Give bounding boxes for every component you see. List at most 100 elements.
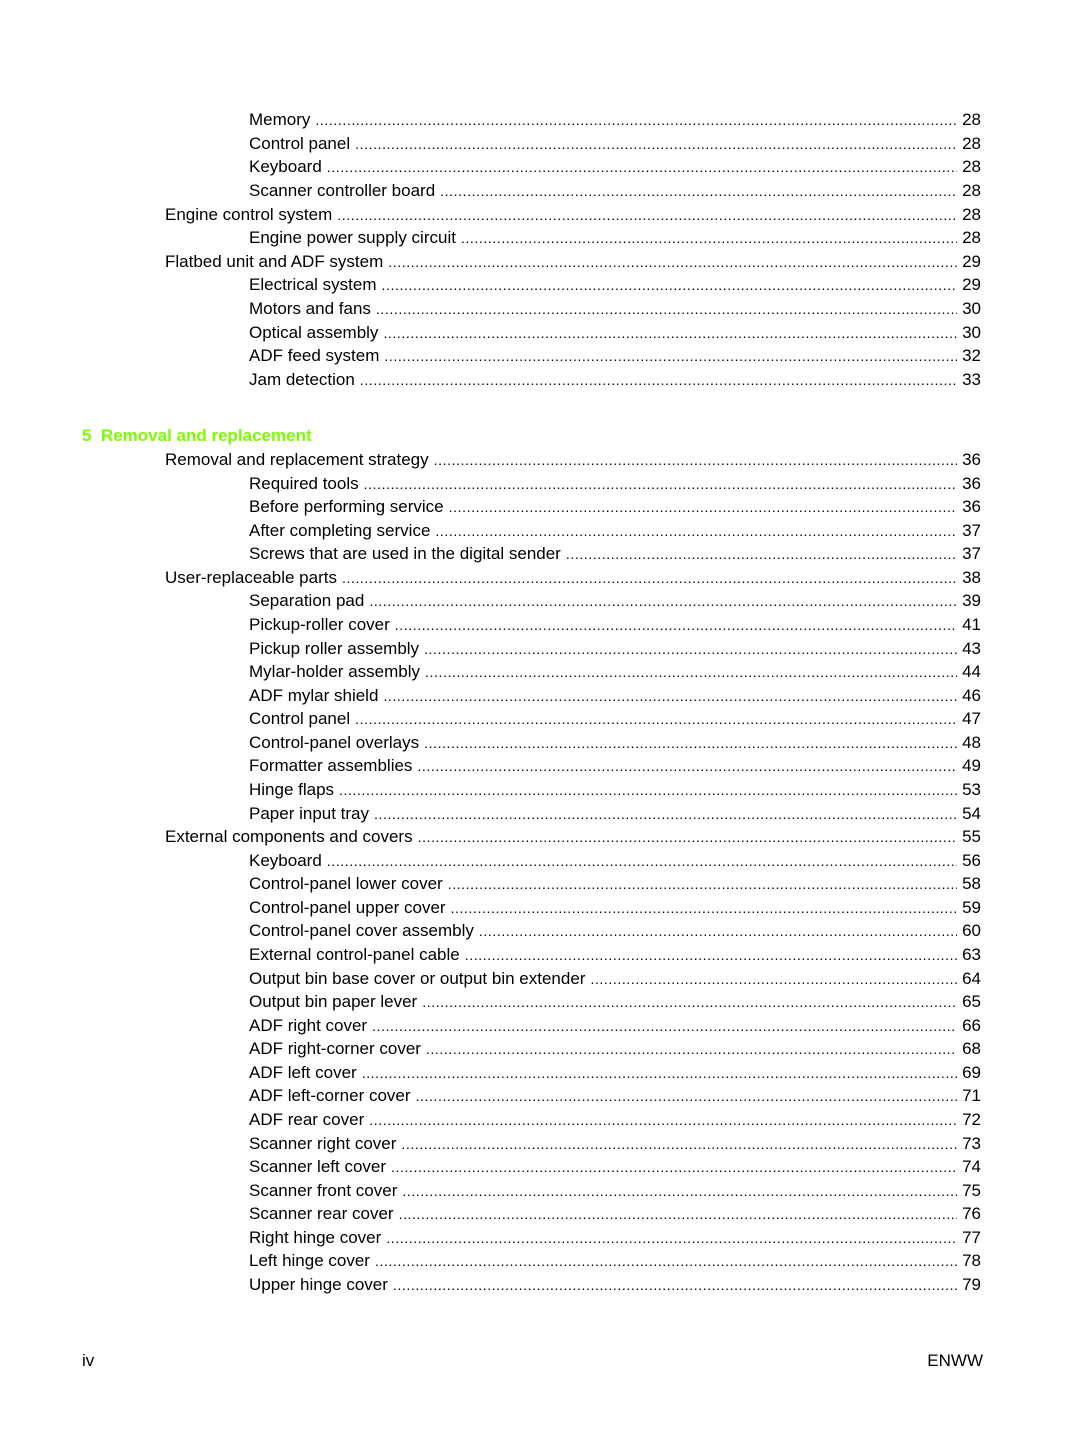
toc-entry-title: Scanner left cover [249,1157,387,1177]
dot-leader [375,1249,957,1273]
toc-entry[interactable]: Keyboard 56 [249,849,981,873]
toc-entry-title: Screws that are used in the digital send… [249,544,561,564]
toc-entry[interactable]: Scanner right cover 73 [249,1132,981,1156]
toc-entry[interactable]: Control panel 28 [249,132,981,156]
toc-entry[interactable]: ADF right cover 66 [249,1014,981,1038]
toc-entry[interactable]: Removal and replacement strategy 36 [165,448,981,472]
toc-entry-page: 69 [962,1062,981,1082]
dot-leader [449,495,957,519]
toc-entry-page: 73 [962,1133,981,1153]
toc-entry-title: Scanner front cover [249,1180,398,1200]
toc-entry[interactable]: Before performing service 36 [249,495,981,519]
toc-entry-title: Separation pad [249,591,365,611]
toc-entry[interactable]: Pickup-roller cover 41 [249,613,981,637]
toc-entry-title: Control-panel cover assembly [249,921,474,941]
toc-entry[interactable]: Separation pad 39 [249,589,981,613]
dot-leader [388,250,957,274]
toc-entry[interactable]: Electrical system 29 [249,273,981,297]
toc-entry[interactable]: Engine control system 28 [165,203,981,227]
toc-entry-title: ADF left-corner cover [249,1086,411,1106]
toc-entry[interactable]: After completing service 37 [249,519,981,543]
toc-entry[interactable]: Engine power supply circuit 28 [249,226,981,250]
toc-entry[interactable]: Jam detection 33 [249,368,981,392]
toc-entry[interactable]: Mylar-holder assembly 44 [249,660,981,684]
dot-leader [395,613,957,637]
dot-leader [399,1202,958,1226]
dot-leader [440,179,957,203]
dot-leader [383,684,957,708]
toc-entry[interactable]: Left hinge cover 78 [249,1249,981,1273]
toc-entry-title: Flatbed unit and ADF system [165,251,384,271]
toc-entry-title: Control panel [249,133,351,153]
toc-entry[interactable]: External control-panel cable 63 [249,943,981,967]
toc-entry-title: Right hinge cover [249,1227,382,1247]
dot-leader [369,1108,957,1132]
toc-entry[interactable]: Output bin base cover or output bin exte… [249,967,981,991]
dot-leader [339,778,957,802]
dot-leader [369,589,957,613]
toc-entry[interactable]: Paper input tray 54 [249,802,981,826]
chapter-heading[interactable]: 5 Removal and replacement [82,424,312,448]
toc-entry[interactable]: External components and covers 55 [165,825,981,849]
toc-entry[interactable]: Optical assembly 30 [249,321,981,345]
dot-leader [590,967,957,991]
toc-entry[interactable]: Scanner left cover 74 [249,1155,981,1179]
toc-entry[interactable]: Control panel 47 [249,707,981,731]
toc-entry[interactable]: Control-panel cover assembly 60 [249,919,981,943]
toc-entry[interactable]: Formatter assemblies 49 [249,754,981,778]
toc-entry[interactable]: ADF right-corner cover 68 [249,1037,981,1061]
toc-entry-page: 64 [962,968,981,988]
dot-leader [435,519,957,543]
dot-leader [417,754,957,778]
toc-entry[interactable]: Flatbed unit and ADF system 29 [165,250,981,274]
toc-entry[interactable]: Keyboard 28 [249,155,981,179]
toc-entry-page: 37 [962,520,981,540]
toc-entry-page: 49 [962,756,981,776]
dot-leader [461,226,957,250]
toc-entry-page: 28 [962,157,981,177]
toc-entry-page: 59 [962,897,981,917]
dot-leader [327,155,957,179]
toc-entry[interactable]: User-replaceable parts 38 [165,566,981,590]
toc-entry[interactable]: Hinge flaps 53 [249,778,981,802]
toc-entry-page: 68 [962,1039,981,1059]
toc-entry[interactable]: Control-panel lower cover 58 [249,872,981,896]
toc-entry[interactable]: Screws that are used in the digital send… [249,542,981,566]
toc-entry[interactable]: Pickup roller assembly 43 [249,637,981,661]
toc-entry[interactable]: Required tools 36 [249,472,981,496]
toc-entry[interactable]: Scanner rear cover 76 [249,1202,981,1226]
toc-entry[interactable]: Control-panel overlays 48 [249,731,981,755]
toc-entry-page: 41 [962,614,981,634]
toc-entry[interactable]: Memory 28 [249,108,981,132]
toc-entry[interactable]: Right hinge cover 77 [249,1226,981,1250]
toc-entry-page: 39 [962,591,981,611]
toc-entry-page: 74 [962,1157,981,1177]
toc-entry-page: 78 [962,1251,981,1271]
toc-entry-page: 60 [962,921,981,941]
toc-entry[interactable]: ADF left cover 69 [249,1061,981,1085]
toc-entry[interactable]: ADF rear cover 72 [249,1108,981,1132]
toc-entry-page: 66 [962,1015,981,1035]
toc-entry-title: Scanner controller board [249,180,436,200]
toc-entry[interactable]: Scanner front cover 75 [249,1179,981,1203]
toc-entry-page: 28 [962,110,981,129]
toc-entry-page: 54 [962,803,981,823]
toc-entry-page: 36 [962,473,981,493]
toc-entry[interactable]: ADF feed system 32 [249,344,981,368]
toc-entry-page: 65 [962,992,981,1012]
toc-entry[interactable]: ADF left-corner cover 71 [249,1084,981,1108]
toc-entry-page: 37 [962,544,981,564]
dot-leader [451,896,958,920]
toc-entry-title: Upper hinge cover [249,1274,388,1294]
toc-entry[interactable]: Control-panel upper cover 59 [249,896,981,920]
toc-entry[interactable]: Motors and fans 30 [249,297,981,321]
toc-entry[interactable]: Scanner controller board 28 [249,179,981,203]
dot-leader [425,660,957,684]
toc-entry[interactable]: ADF mylar shield 46 [249,684,981,708]
toc-entry-page: 28 [962,228,981,248]
dot-leader [465,943,957,967]
dot-leader [422,990,957,1014]
toc-entry[interactable]: Upper hinge cover 79 [249,1273,981,1297]
toc-entry[interactable]: Output bin paper lever 65 [249,990,981,1014]
toc-entry-title: ADF right-corner cover [249,1039,421,1059]
